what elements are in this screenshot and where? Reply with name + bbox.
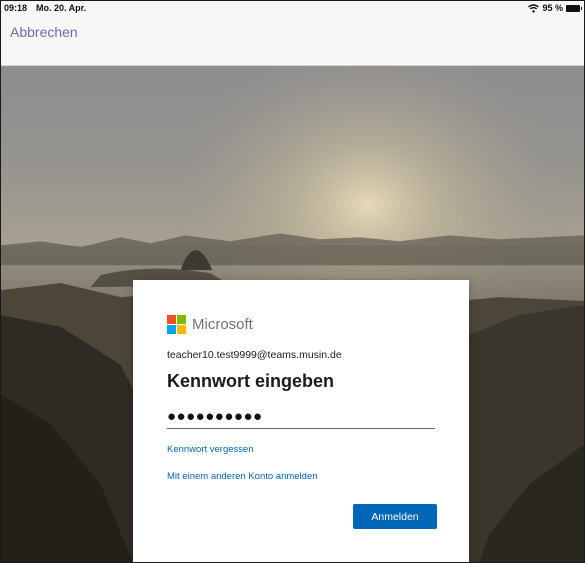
status-indicators: 95 % — [528, 3, 582, 13]
app-window: 09:18 Mo. 20. Apr. 95 % Abbrechen Micros… — [0, 0, 585, 563]
battery-percent: 95 % — [542, 3, 563, 13]
other-account-link[interactable]: Mit einem anderen Konto anmelden — [167, 471, 318, 482]
page-title: Kennwort eingeben — [167, 371, 335, 391]
password-field[interactable]: ●●●●●●●●●● — [167, 404, 435, 429]
microsoft-logo: Microsoft — [167, 315, 253, 334]
wifi-icon — [528, 3, 540, 13]
forgot-password-link[interactable]: Kennwort vergessen — [167, 444, 254, 455]
login-card: Microsoft teacher10.test9999@teams.musin… — [133, 280, 469, 562]
signin-button[interactable]: Anmelden — [353, 504, 437, 529]
account-email: teacher10.test9999@teams.musin.de — [167, 349, 342, 361]
microsoft-logo-icon — [167, 315, 186, 334]
battery-icon — [566, 4, 582, 12]
status-date: Mo. 20. Apr. — [36, 3, 87, 13]
cancel-button[interactable]: Abbrechen — [10, 24, 78, 40]
status-time: 09:18 — [4, 3, 28, 13]
brand-name: Microsoft — [192, 316, 253, 333]
status-bar: 09:18 Mo. 20. Apr. 95 % — [1, 1, 584, 17]
navigation-bar: Abbrechen — [1, 17, 584, 66]
